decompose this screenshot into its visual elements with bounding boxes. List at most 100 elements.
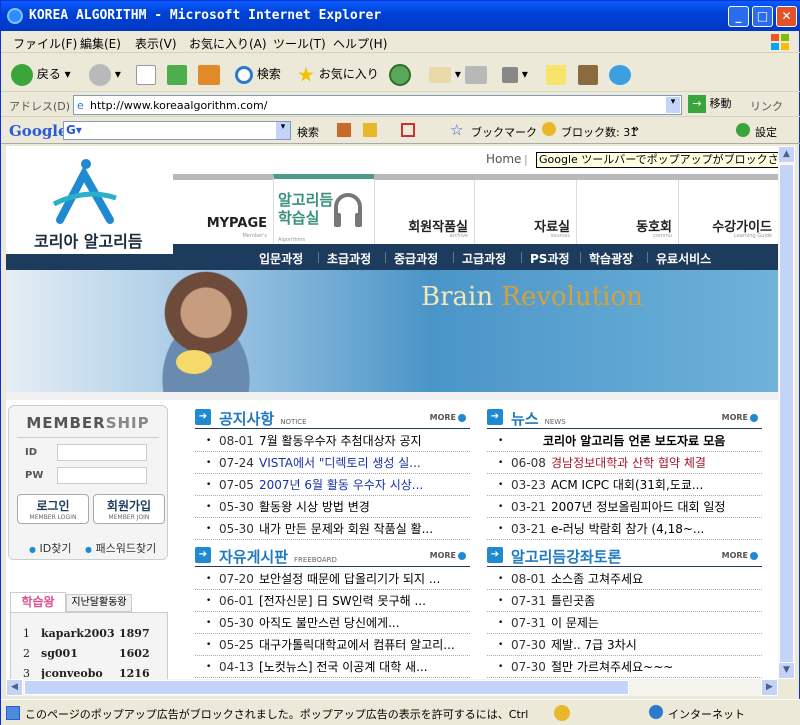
list-item[interactable]: • 07-30 제발.. 7급 3차시 bbox=[487, 634, 762, 656]
bookmarks-button[interactable]: ブックマーク bbox=[471, 124, 537, 140]
stop-button[interactable] bbox=[136, 62, 156, 86]
more-link[interactable]: MORE bbox=[430, 413, 466, 422]
more-link[interactable]: MORE bbox=[722, 413, 758, 422]
subnav-plaza[interactable]: 학습광장 bbox=[589, 250, 633, 267]
more-chevron-icon[interactable]: » bbox=[632, 122, 639, 135]
subnav-intermediate[interactable]: 중급과정 bbox=[394, 250, 438, 267]
menu-favorites[interactable]: お気に入り(A) bbox=[189, 35, 267, 52]
nav-resources[interactable]: 자료실 sources bbox=[474, 180, 576, 244]
home-button[interactable] bbox=[198, 62, 220, 86]
list-item[interactable]: • 05-30 내가 만든 문제와 회원 작품실 활... bbox=[195, 518, 470, 540]
list-item[interactable]: • 03-21 2007년 정보올림피아드 대회 일정 bbox=[487, 496, 762, 518]
links-label[interactable]: リンク bbox=[750, 98, 783, 114]
address-input[interactable]: e http://www.koreaalgorithm.com/ ▾ bbox=[73, 95, 682, 115]
section-title[interactable]: 공지사항 NOTICE bbox=[219, 408, 307, 429]
minimize-button[interactable]: _ bbox=[728, 6, 749, 27]
home-link[interactable]: Home bbox=[486, 152, 521, 166]
scroll-up-icon[interactable]: ▲ bbox=[778, 146, 795, 163]
find-pw-link[interactable]: ● 패스워드찾기 bbox=[85, 540, 156, 556]
discuss-button[interactable] bbox=[546, 62, 566, 86]
mail-button[interactable]: ▾ bbox=[429, 62, 461, 86]
history-button[interactable] bbox=[389, 62, 411, 86]
go-button[interactable]: → 移動 bbox=[688, 95, 732, 113]
list-item[interactable]: • 코리아 알고리듬 언론 보도자료 모음 bbox=[487, 430, 762, 452]
tab-learning-king[interactable]: 학습왕 bbox=[10, 592, 66, 612]
menu-edit[interactable]: 編集(E) bbox=[80, 35, 121, 52]
list-item[interactable]: • 07-31 이 문제는 bbox=[487, 612, 762, 634]
nav-guide[interactable]: 수강가이드 Learning Guide bbox=[678, 180, 778, 244]
horizontal-scroll-thumb[interactable] bbox=[24, 680, 629, 695]
list-item[interactable]: • 07-30 절만 가르쳐주세요~~~ bbox=[487, 656, 762, 678]
forward-button[interactable]: ▾ bbox=[89, 62, 121, 86]
subnav-ps[interactable]: PS과정 bbox=[530, 250, 570, 267]
list-item[interactable]: • 07-31 틀린곳좀 bbox=[487, 590, 762, 612]
research-button[interactable] bbox=[578, 62, 598, 86]
list-item[interactable]: • 05-30 활동왕 시상 방법 변경 bbox=[195, 496, 470, 518]
section-title[interactable]: 알고리듬강좌토론 bbox=[511, 546, 627, 567]
list-item[interactable]: • 06-08 경남정보대학과 산학 협약 체결 bbox=[487, 452, 762, 474]
maximize-button[interactable]: □ bbox=[752, 6, 773, 27]
vertical-scroll-thumb[interactable] bbox=[779, 164, 794, 664]
list-item[interactable]: • 04-13 [노컷뉴스] 전국 이공계 대학 새... bbox=[195, 656, 470, 678]
settings-button[interactable]: 設定 bbox=[755, 124, 777, 140]
ranking-row[interactable]: 1 kapark2003 1897 bbox=[23, 627, 150, 640]
menu-file[interactable]: ファイル(F) bbox=[13, 35, 77, 52]
list-item[interactable]: • 03-23 ACM ICPC 대회(31회,도쿄... bbox=[487, 474, 762, 496]
list-item[interactable]: • 07-24 VISTA에서 "디렉토리 생성 실... bbox=[195, 452, 470, 474]
favorites-button[interactable]: ★ お気に入り bbox=[297, 62, 379, 87]
blocked-count[interactable]: ブロック数: 31 bbox=[561, 124, 637, 140]
list-item[interactable]: • 05-25 대구가톨릭대학교에서 컴퓨터 알고리... bbox=[195, 634, 470, 656]
google-search-input[interactable]: G▾ ▾ bbox=[63, 121, 291, 140]
news-icon[interactable] bbox=[337, 123, 351, 137]
back-button[interactable]: 戻る ▾ bbox=[11, 62, 71, 86]
list-item[interactable]: • 05-30 아직도 불만스런 당신에게... bbox=[195, 612, 470, 634]
messenger-button[interactable] bbox=[609, 62, 631, 86]
list-item[interactable]: • 08-01 소스좀 고쳐주세요 bbox=[487, 568, 762, 590]
list-item[interactable]: • 07-05 2007년 6월 활동 우수자 시상... bbox=[195, 474, 470, 496]
search-button[interactable]: 検索 bbox=[235, 62, 281, 86]
nav-club[interactable]: 동호회 commu bbox=[576, 180, 678, 244]
tab-last-month[interactable]: 지난달활동왕 bbox=[66, 594, 132, 612]
list-item[interactable]: • 06-01 [전자신문] 日 SW인력 못구해 ... bbox=[195, 590, 470, 612]
more-link[interactable]: MORE bbox=[722, 551, 758, 560]
ranking-row[interactable]: 3 jconveobo 1216 bbox=[23, 667, 150, 679]
list-item[interactable]: • 03-21 e-러닝 박람회 참가 (4,18~... bbox=[487, 518, 762, 540]
section-title[interactable]: 뉴스 NEWS bbox=[511, 408, 566, 429]
list-item[interactable]: • 08-01 7월 활동우수자 추첨대상자 공지 bbox=[195, 430, 470, 452]
subnav-intro[interactable]: 입문과정 bbox=[259, 250, 303, 267]
google-search-button[interactable]: 検索 bbox=[297, 124, 319, 140]
join-button[interactable]: 회원가입 MEMBER JOIN bbox=[93, 494, 165, 524]
login-button[interactable]: 로그인 MEMBER LOGIN bbox=[17, 494, 89, 524]
pw-input[interactable] bbox=[57, 467, 147, 484]
find-id-link[interactable]: ● ID찾기 bbox=[29, 540, 71, 556]
scroll-left-icon[interactable]: ◀ bbox=[6, 679, 23, 696]
more-link[interactable]: MORE bbox=[430, 551, 466, 560]
nav-algorithm-class[interactable]: 알고리듬 학습실 Algorithms bbox=[273, 174, 374, 244]
address-dropdown-icon[interactable]: ▾ bbox=[666, 97, 680, 113]
vertical-scrollbar[interactable]: ▲ ▼ bbox=[778, 146, 795, 679]
subnav-beginner[interactable]: 초급과정 bbox=[327, 250, 371, 267]
refresh-button[interactable] bbox=[167, 62, 187, 86]
site-logo[interactable]: 코리아 알고리듬 bbox=[6, 146, 173, 270]
pagerank-icon[interactable] bbox=[363, 123, 377, 137]
scroll-down-icon[interactable]: ▼ bbox=[778, 662, 795, 679]
nav-mypage[interactable]: MYPAGE Member's bbox=[173, 180, 273, 244]
subnav-paid[interactable]: 유료서비스 bbox=[656, 250, 711, 267]
google-dropdown-icon[interactable]: ▾ bbox=[276, 122, 290, 139]
scroll-right-icon[interactable]: ▶ bbox=[761, 679, 778, 696]
section-title[interactable]: 자유게시판 FREEBOARD bbox=[219, 546, 337, 567]
ranking-row[interactable]: 2 sg001 1602 bbox=[23, 647, 150, 660]
gmail-icon[interactable] bbox=[401, 123, 415, 137]
menu-view[interactable]: 表示(V) bbox=[135, 35, 177, 52]
horizontal-scrollbar[interactable]: ◀ ▶ bbox=[6, 679, 778, 696]
popup-blocked-icon[interactable] bbox=[554, 705, 570, 721]
menu-help[interactable]: ヘルプ(H) bbox=[333, 35, 387, 52]
subnav-advanced[interactable]: 고급과정 bbox=[462, 250, 506, 267]
nav-member-works[interactable]: 회원작품실 archive bbox=[374, 180, 474, 244]
print-button[interactable] bbox=[465, 62, 487, 86]
edit-button[interactable]: ▾ bbox=[502, 62, 528, 86]
list-item[interactable]: • 07-20 보안설정 때문에 답올리기가 되지 ... bbox=[195, 568, 470, 590]
menu-tools[interactable]: ツール(T) bbox=[273, 35, 326, 52]
close-button[interactable]: ✕ bbox=[776, 6, 797, 27]
id-input[interactable] bbox=[57, 444, 147, 461]
